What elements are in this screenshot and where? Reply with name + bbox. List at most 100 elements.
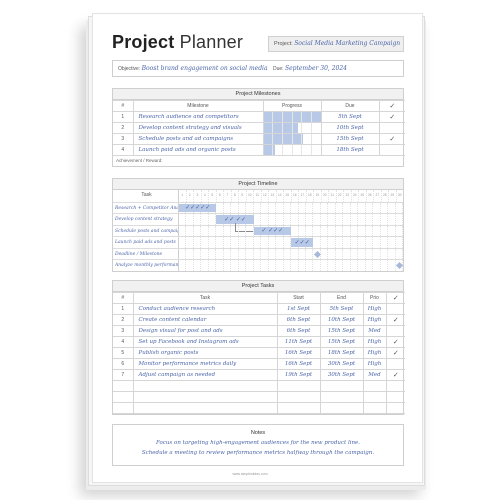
- day-cell[interactable]: [201, 214, 209, 225]
- due-field[interactable]: Due: September 30, 2024: [273, 61, 347, 77]
- day-cell[interactable]: [201, 260, 209, 271]
- day-cell[interactable]: [291, 248, 299, 259]
- day-cell[interactable]: [328, 260, 336, 271]
- day-cell[interactable]: [284, 202, 292, 213]
- day-cell[interactable]: [381, 237, 389, 248]
- day-cell[interactable]: [246, 260, 254, 271]
- day-cell[interactable]: [239, 237, 247, 248]
- day-cell[interactable]: [373, 237, 381, 248]
- day-cell[interactable]: [291, 202, 299, 213]
- day-cell[interactable]: [366, 214, 374, 225]
- timeline-bar[interactable]: ✓✓✓: [291, 238, 314, 247]
- day-cell[interactable]: [358, 237, 366, 248]
- day-cell[interactable]: [291, 260, 299, 271]
- day-cell[interactable]: [336, 260, 344, 271]
- day-cell[interactable]: [194, 260, 202, 271]
- day-cell[interactable]: [201, 237, 209, 248]
- day-cell[interactable]: [269, 202, 277, 213]
- day-cell[interactable]: [231, 202, 239, 213]
- day-cell[interactable]: [343, 202, 351, 213]
- day-cell[interactable]: [224, 260, 232, 271]
- day-cell[interactable]: [381, 202, 389, 213]
- day-cell[interactable]: [299, 214, 306, 225]
- task-row-empty[interactable]: [113, 380, 405, 392]
- day-cell[interactable]: [373, 248, 381, 259]
- day-cell[interactable]: [284, 260, 292, 271]
- day-cell[interactable]: [351, 225, 359, 236]
- day-cell[interactable]: [216, 237, 224, 248]
- day-cell[interactable]: [194, 214, 202, 225]
- day-cell[interactable]: [254, 214, 262, 225]
- day-cell[interactable]: [336, 225, 344, 236]
- timeline-bar[interactable]: ✓✓✓✓✓: [179, 203, 217, 212]
- day-cell[interactable]: [328, 237, 336, 248]
- day-cell[interactable]: [284, 248, 292, 259]
- day-cell[interactable]: [269, 260, 277, 271]
- day-cell[interactable]: [224, 237, 232, 248]
- day-cell[interactable]: [216, 260, 224, 271]
- task-row-empty[interactable]: [113, 402, 405, 414]
- day-cell[interactable]: [321, 237, 329, 248]
- day-cell[interactable]: [254, 260, 262, 271]
- day-cell[interactable]: [396, 202, 404, 213]
- day-cell[interactable]: [209, 214, 217, 225]
- day-cell[interactable]: [224, 248, 232, 259]
- day-cell[interactable]: [351, 237, 359, 248]
- day-cell[interactable]: [261, 260, 269, 271]
- task-check[interactable]: ✓: [385, 314, 405, 326]
- day-cell[interactable]: [291, 214, 299, 225]
- day-cell[interactable]: [381, 214, 389, 225]
- day-cell[interactable]: [276, 248, 284, 259]
- day-cell[interactable]: [321, 202, 329, 213]
- objective-field[interactable]: Objective: Boost brand engagement on soc…: [112, 60, 404, 77]
- day-cell[interactable]: [246, 248, 254, 259]
- day-cell[interactable]: [231, 237, 239, 248]
- day-cell[interactable]: [194, 248, 202, 259]
- task-name[interactable]: Create content calendar: [132, 314, 278, 326]
- day-cell[interactable]: [186, 225, 194, 236]
- task-check[interactable]: [385, 303, 405, 315]
- milestone-check[interactable]: ✓: [378, 133, 405, 145]
- day-cell[interactable]: [388, 248, 396, 259]
- task-check[interactable]: [385, 325, 405, 337]
- day-cell[interactable]: [201, 225, 209, 236]
- project-field[interactable]: Project: Social Media Marketing Campaign: [268, 36, 404, 52]
- day-cell[interactable]: [351, 214, 359, 225]
- day-cell[interactable]: [299, 248, 306, 259]
- day-cell[interactable]: [246, 225, 254, 236]
- day-cell[interactable]: [306, 225, 314, 236]
- day-cell[interactable]: [313, 237, 321, 248]
- day-cell[interactable]: [231, 260, 239, 271]
- task-check[interactable]: ✓: [385, 347, 405, 359]
- day-cell[interactable]: [179, 225, 187, 236]
- day-cell[interactable]: [276, 237, 284, 248]
- day-cell[interactable]: [231, 248, 239, 259]
- day-cell[interactable]: [239, 202, 247, 213]
- day-cell[interactable]: [261, 248, 269, 259]
- milestone-name[interactable]: Launch paid ads and organic posts: [132, 144, 264, 156]
- day-cell[interactable]: [209, 237, 217, 248]
- day-cell[interactable]: [388, 214, 396, 225]
- day-cell[interactable]: [358, 260, 366, 271]
- milestone-name[interactable]: Research audience and competitors: [132, 111, 264, 123]
- day-cell[interactable]: [284, 237, 292, 248]
- day-cell[interactable]: [396, 225, 404, 236]
- day-cell[interactable]: [396, 237, 404, 248]
- day-cell[interactable]: [343, 214, 351, 225]
- day-cell[interactable]: [209, 260, 217, 271]
- day-cell[interactable]: [216, 248, 224, 259]
- day-cell[interactable]: [343, 225, 351, 236]
- day-cell[interactable]: [179, 214, 187, 225]
- day-cell[interactable]: [276, 202, 284, 213]
- day-cell[interactable]: [343, 260, 351, 271]
- day-cell[interactable]: [328, 214, 336, 225]
- task-name[interactable]: Monitor performance metrics daily: [132, 358, 278, 370]
- day-cell[interactable]: [313, 260, 321, 271]
- day-cell[interactable]: [373, 214, 381, 225]
- day-cell[interactable]: [254, 237, 262, 248]
- day-cell[interactable]: [396, 248, 404, 259]
- milestone-name[interactable]: Develop content strategy and visuals: [132, 122, 264, 134]
- day-cell[interactable]: [328, 225, 336, 236]
- day-cell[interactable]: [254, 248, 262, 259]
- day-cell[interactable]: [179, 237, 187, 248]
